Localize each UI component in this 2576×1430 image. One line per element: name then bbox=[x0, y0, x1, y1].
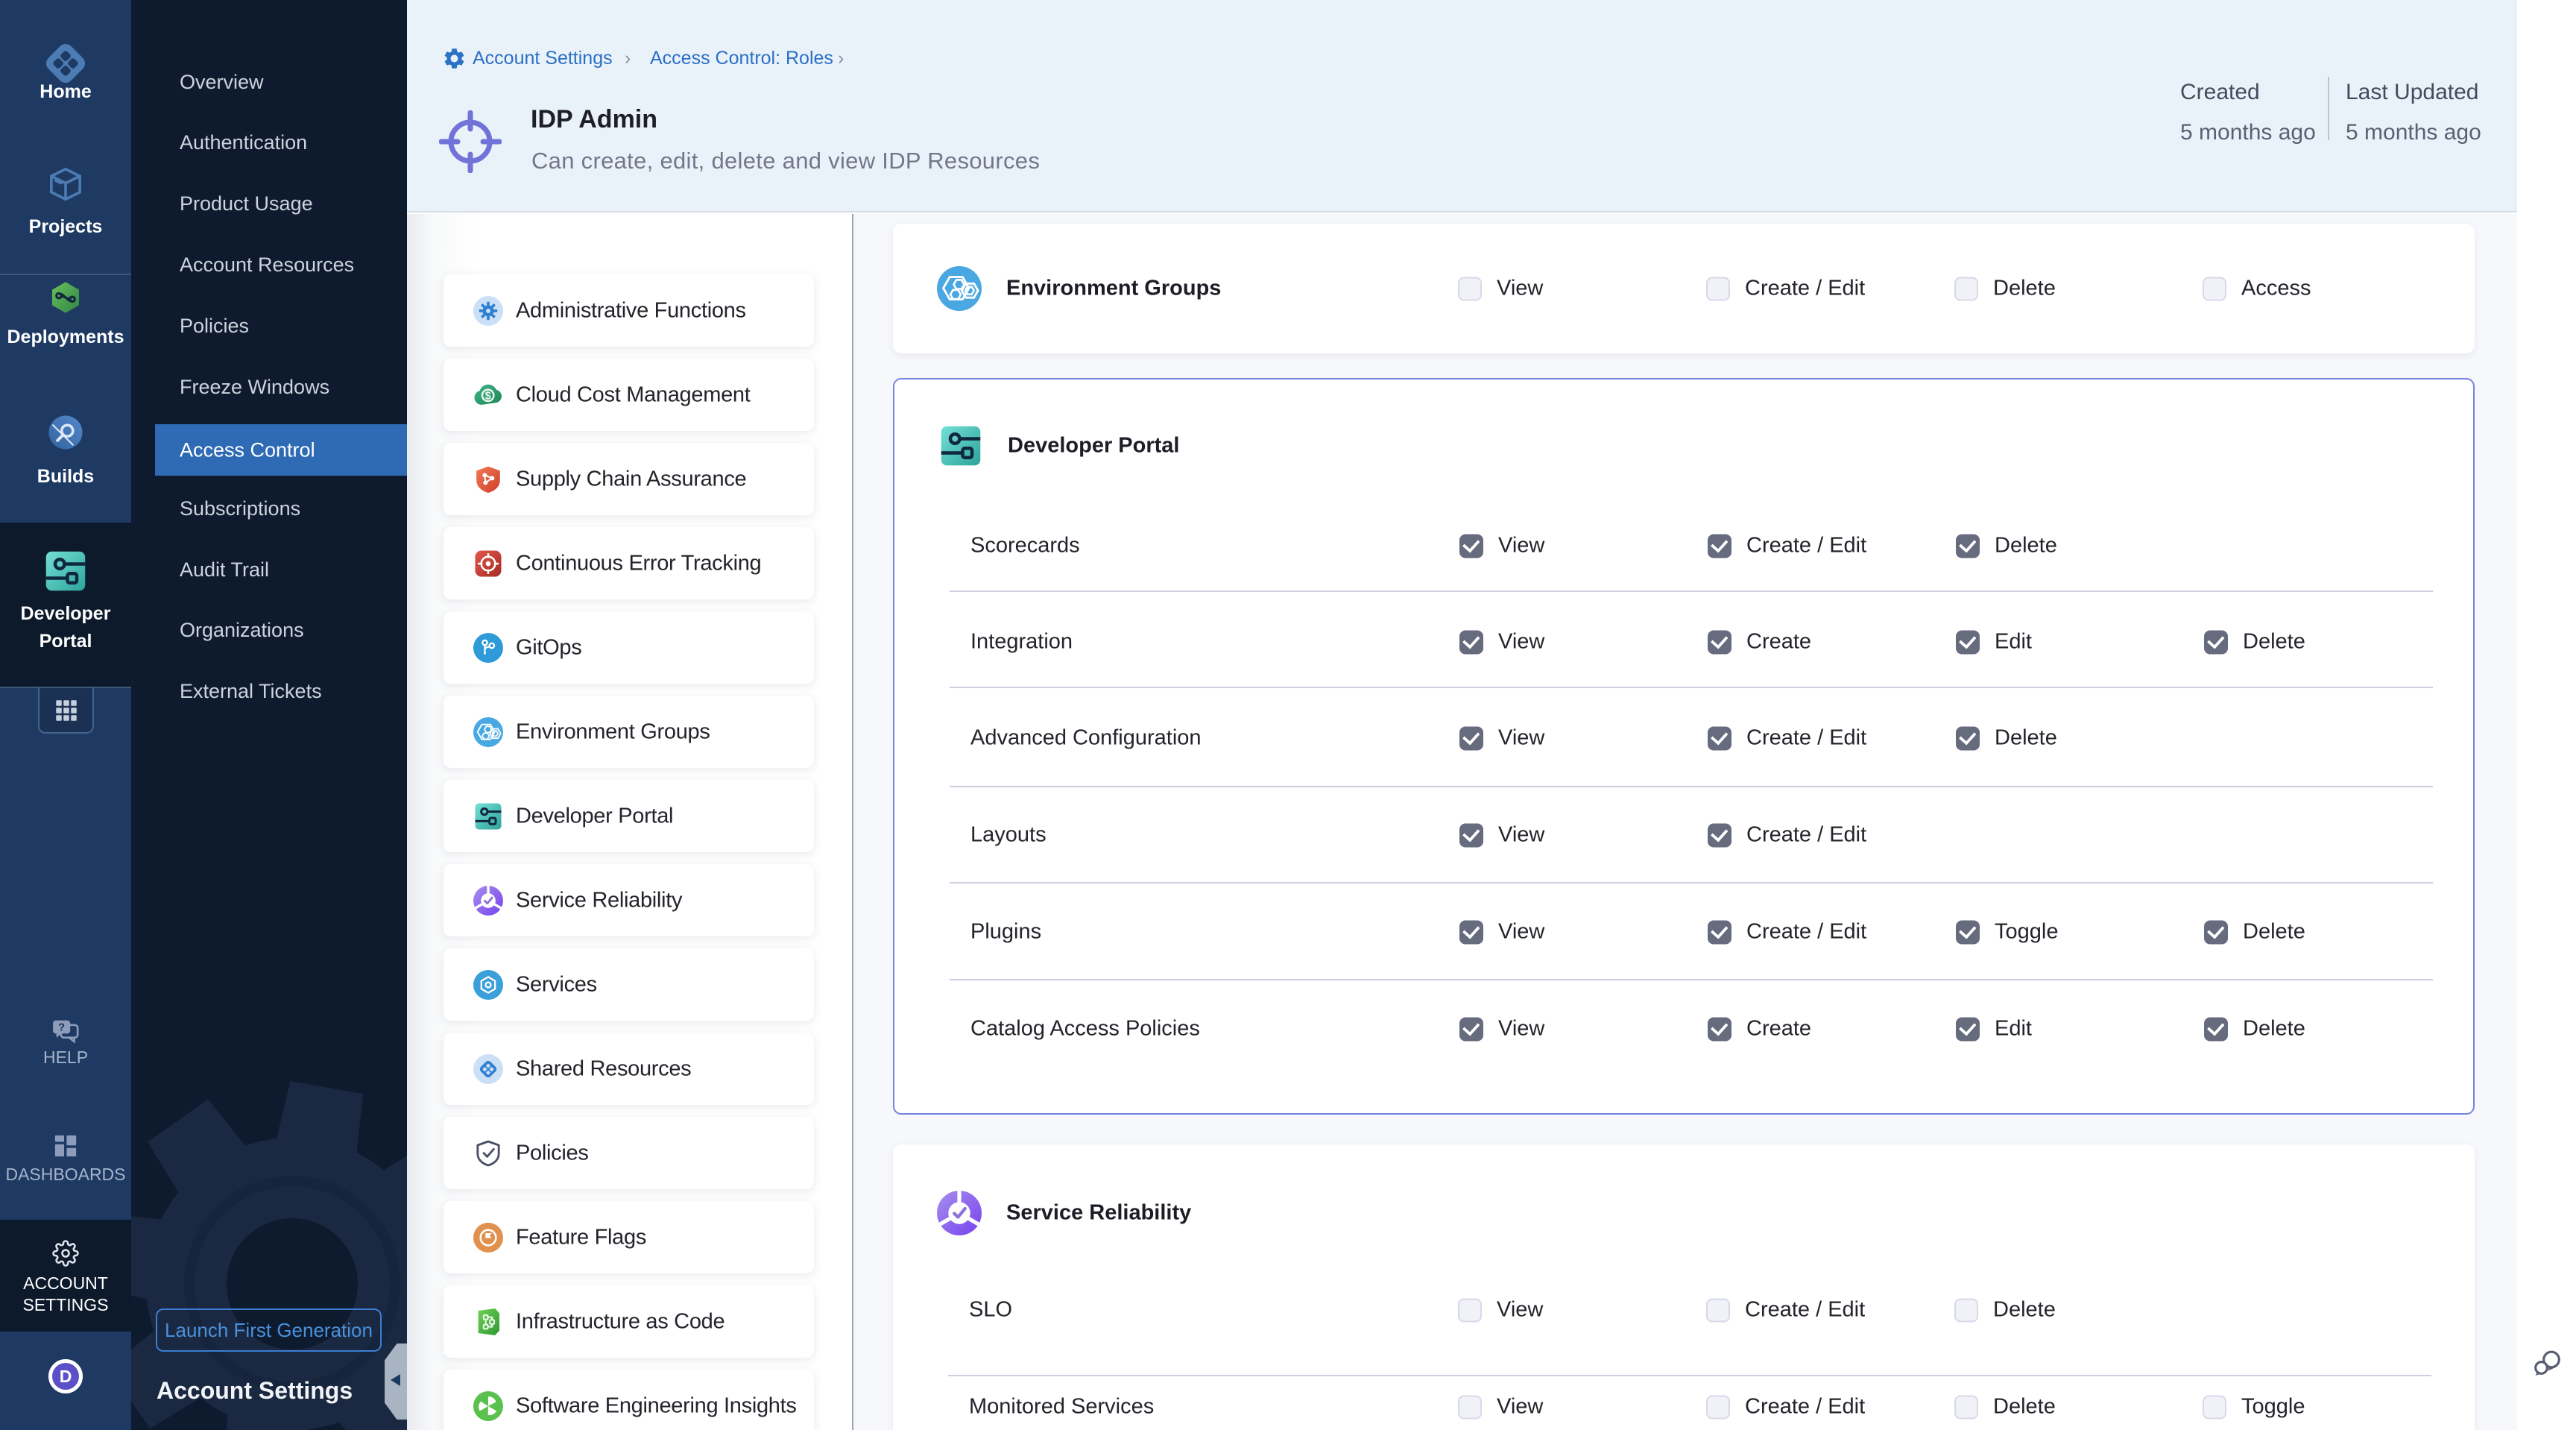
svg-text:$: $ bbox=[484, 389, 491, 402]
svg-text:?: ? bbox=[58, 1022, 65, 1034]
